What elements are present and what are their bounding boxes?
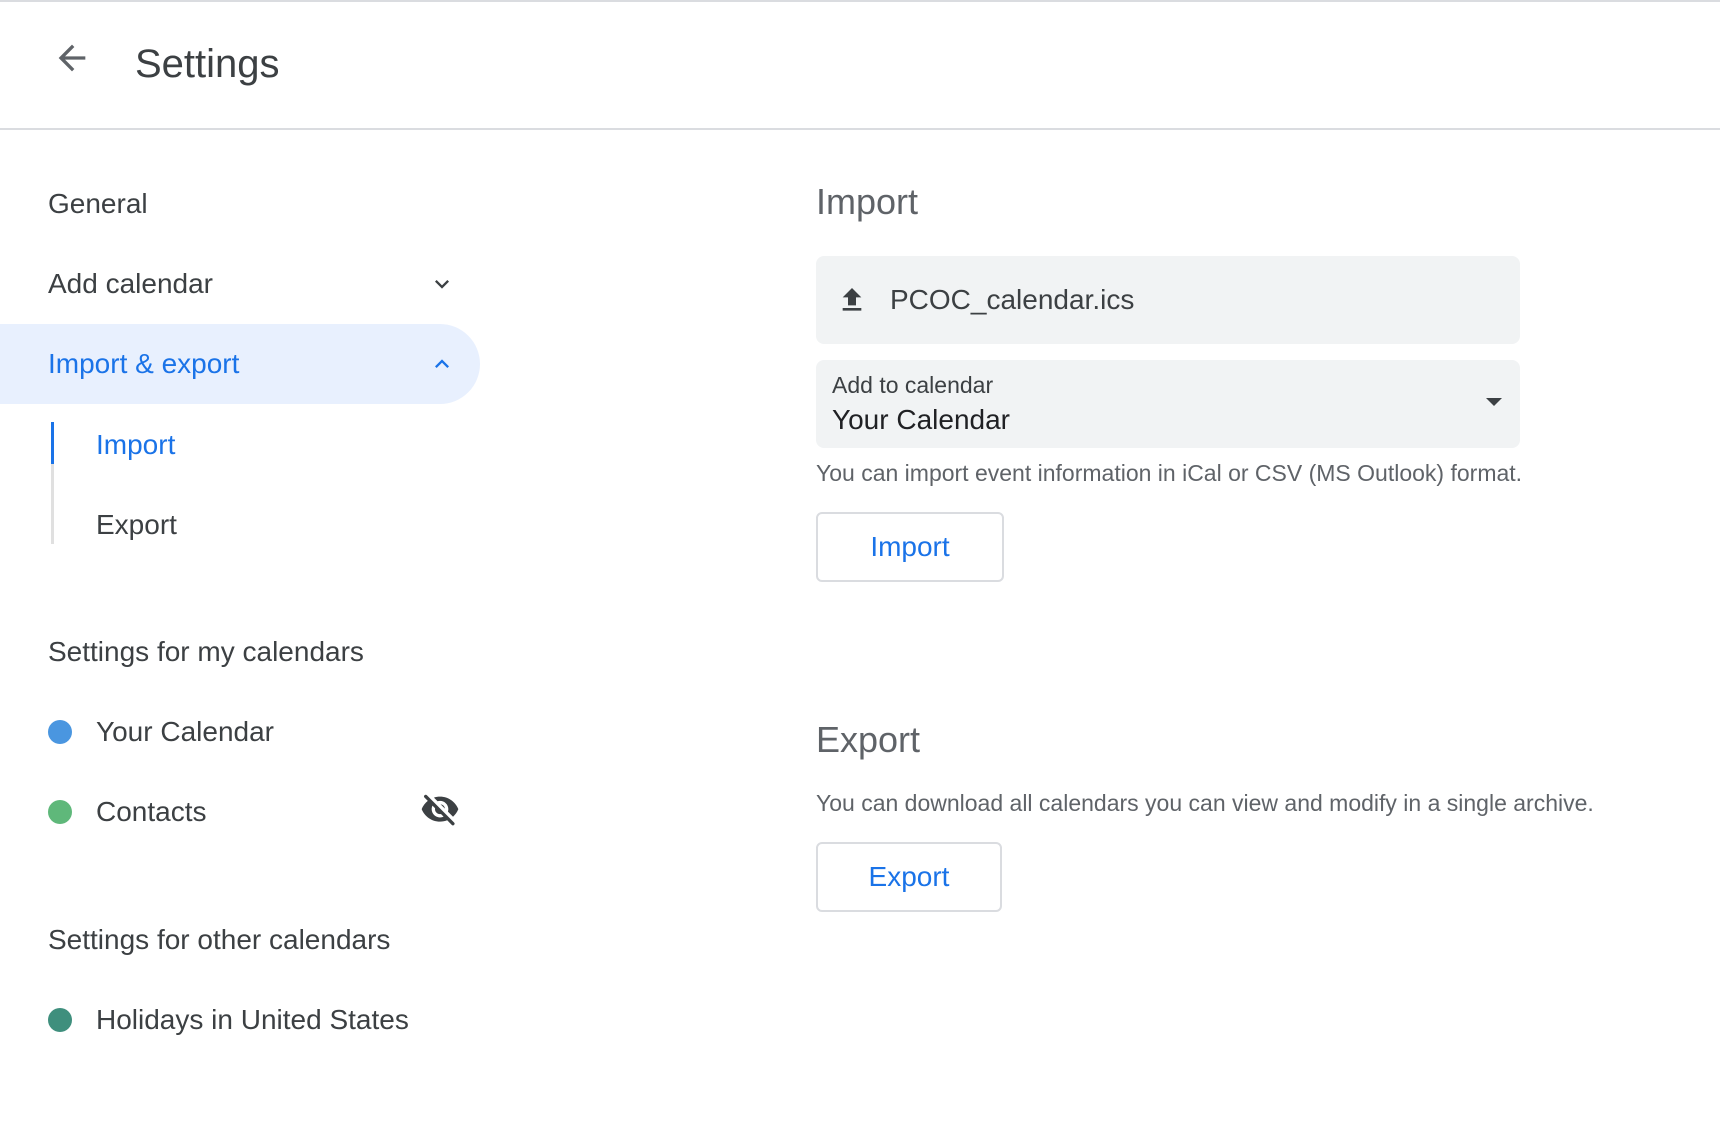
calendar-label: Your Calendar: [96, 716, 274, 747]
calendar-item-your-calendar[interactable]: Your Calendar: [48, 712, 274, 752]
other-calendars-heading: Settings for other calendars: [48, 924, 391, 955]
calendar-label: Contacts: [96, 796, 207, 827]
calendar-item-contacts[interactable]: Contacts: [48, 792, 207, 832]
nav-import-export-label: Import & export: [48, 348, 240, 379]
my-calendars-heading: Settings for my calendars: [48, 636, 364, 667]
calendar-label: Holidays in United States: [96, 1004, 409, 1035]
import-heading: Import: [816, 181, 919, 222]
export-helper-text: You can download all calendars you can v…: [816, 790, 1594, 816]
calendar-color-dot: [48, 1008, 72, 1032]
dropdown-arrow-icon: [1486, 398, 1502, 406]
select-value: Your Calendar: [832, 404, 1010, 435]
nav-add-calendar-label: Add calendar: [48, 268, 214, 299]
calendar-color-dot: [48, 720, 72, 744]
upload-icon: [842, 288, 862, 311]
nav-general[interactable]: General: [0, 164, 148, 244]
nav-sub-import[interactable]: Import: [96, 425, 175, 465]
import-helper-text: You can import event information in iCal…: [816, 460, 1523, 486]
settings-header: Settings: [0, 2, 1720, 130]
nav-sub-export[interactable]: Export: [96, 505, 177, 545]
page-title: Settings: [135, 42, 280, 86]
submenu-active-indicator: [51, 422, 54, 464]
nav-import-export[interactable]: Import & export: [0, 324, 480, 404]
back-button[interactable]: [40, 26, 104, 90]
calendar-color-dot: [48, 800, 72, 824]
nav-general-label: General: [48, 188, 148, 219]
calendar-select[interactable]: Add to calendar Your Calendar: [816, 360, 1520, 448]
file-picker[interactable]: PCOC_calendar.ics: [816, 256, 1520, 344]
select-label: Add to calendar: [832, 372, 994, 398]
file-name: PCOC_calendar.ics: [890, 284, 1135, 315]
import-button[interactable]: Import: [816, 512, 1004, 582]
visibility-off-icon[interactable]: [420, 790, 460, 830]
nav-add-calendar[interactable]: Add calendar: [0, 244, 480, 324]
export-button[interactable]: Export: [816, 842, 1002, 912]
calendar-item-holidays[interactable]: Holidays in United States: [48, 1000, 409, 1040]
chevron-down-icon: [435, 280, 449, 289]
export-heading: Export: [816, 719, 921, 760]
arrow-back-icon: [58, 44, 86, 72]
chevron-up-icon: [435, 359, 449, 368]
